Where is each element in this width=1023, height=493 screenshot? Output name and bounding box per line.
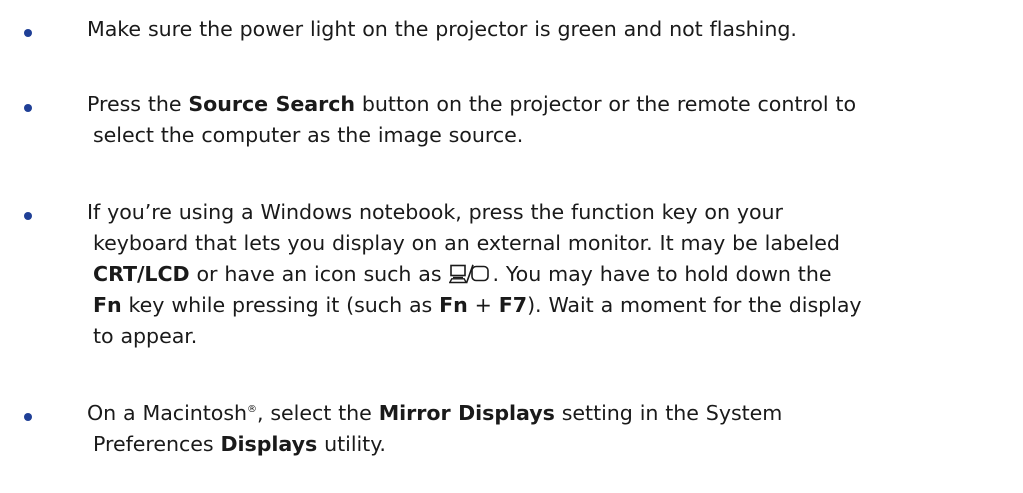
list-item-text: If you’re using a Windows notebook, pres… — [87, 197, 1012, 352]
mirror-displays-label: Mirror Displays — [378, 401, 555, 425]
instruction-bullet-list: Make sure the power light on the project… — [0, 0, 1023, 493]
list-item-line: If you’re using a Windows notebook, pres… — [87, 200, 783, 224]
text-run: + — [467, 293, 499, 317]
text-run: ). Wait a moment for the display — [527, 293, 862, 317]
text-run: button on the projector or the remote co… — [355, 92, 857, 116]
list-item-line: Fn key while pressing it (such as Fn + F… — [87, 290, 1012, 321]
list-item-text: Press the Source Search button on the pr… — [87, 89, 1012, 151]
bullet-dot-icon — [24, 413, 32, 421]
list-item-line: to appear. — [93, 324, 198, 348]
fn-key-label: Fn — [93, 293, 122, 317]
source-search-label: Source Search — [188, 92, 356, 116]
list-item-line: select the computer as the image source. — [93, 123, 524, 147]
list-item-text: On a Macintosh®, select the Mirror Displ… — [87, 398, 1012, 460]
text-run: Press the — [87, 92, 189, 116]
list-item-line: Make sure the power light on the project… — [87, 17, 797, 41]
list-item-line: On a Macintosh®, select the Mirror Displ… — [87, 401, 782, 425]
text-run: On a Macintosh — [87, 401, 248, 425]
text-run: or have an icon such as — [189, 262, 449, 286]
text-run: key while pressing it (such as — [121, 293, 440, 317]
list-item-text: Make sure the power light on the project… — [87, 14, 1012, 45]
text-run: . You may have to hold down the — [492, 262, 832, 286]
registered-mark: ® — [247, 404, 257, 416]
list-item-line: CRT/LCD or have an icon such as . You ma… — [87, 259, 1012, 290]
laptop-external-monitor-icon — [449, 264, 491, 284]
list-item-line: keyboard that lets you display on an ext… — [93, 231, 840, 255]
bullet-dot-icon — [24, 104, 32, 112]
text-run: , select the — [256, 401, 379, 425]
text-run: utility. — [317, 432, 386, 456]
bullet-dot-icon — [24, 29, 32, 37]
f7-key-label: F7 — [498, 293, 528, 317]
fn-key-label: Fn — [439, 293, 468, 317]
bullet-dot-icon — [24, 212, 32, 220]
text-run: Preferences — [93, 432, 221, 456]
displays-label: Displays — [220, 432, 318, 456]
crt-lcd-label: CRT/LCD — [93, 262, 190, 286]
list-item-line: Press the Source Search button on the pr… — [87, 92, 856, 116]
text-run: setting in the System — [554, 401, 783, 425]
list-item-line: Preferences Displays utility. — [87, 429, 1012, 460]
